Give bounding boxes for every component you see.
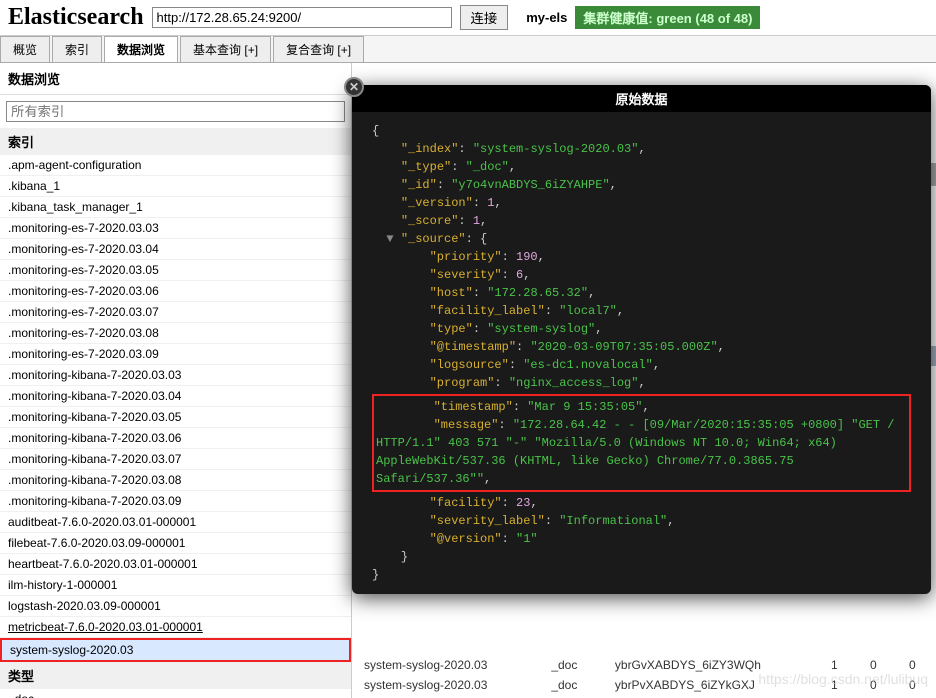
sidebar: 数据浏览 索引 .apm-agent-configuration.kibana_… bbox=[0, 63, 352, 698]
index-item[interactable]: system-syslog-2020.03 bbox=[0, 638, 351, 662]
index-item[interactable]: .apm-agent-configuration bbox=[0, 155, 351, 176]
index-item[interactable]: logstash-2020.03.09-000001 bbox=[0, 596, 351, 617]
index-item[interactable]: metricbeat-7.6.0-2020.03.01-000001 bbox=[0, 617, 351, 638]
index-item[interactable]: .kibana_1 bbox=[0, 176, 351, 197]
tab-3[interactable]: 基本查询 [+] bbox=[180, 36, 271, 62]
index-item[interactable]: .monitoring-es-7-2020.03.06 bbox=[0, 281, 351, 302]
index-item[interactable]: ilm-history-1-000001 bbox=[0, 575, 351, 596]
main-tabs: 概览索引数据浏览基本查询 [+]复合查询 [+] bbox=[0, 36, 936, 63]
index-filter-input[interactable] bbox=[6, 101, 345, 122]
index-item[interactable]: auditbeat-7.6.0-2020.03.01-000001 bbox=[0, 512, 351, 533]
index-item[interactable]: .monitoring-kibana-7-2020.03.04 bbox=[0, 386, 351, 407]
cluster-url-input[interactable] bbox=[152, 7, 452, 28]
tab-4[interactable]: 复合查询 [+] bbox=[273, 36, 364, 62]
app-header: Elasticsearch 连接 my-els 集群健康值: green (48… bbox=[0, 0, 936, 36]
modal-title: 原始数据 bbox=[615, 92, 667, 107]
index-item[interactable]: .monitoring-kibana-7-2020.03.06 bbox=[0, 428, 351, 449]
tab-1[interactable]: 索引 bbox=[52, 36, 102, 62]
index-item[interactable]: .monitoring-kibana-7-2020.03.05 bbox=[0, 407, 351, 428]
modal-body: { "_index": "system-syslog-2020.03", "_t… bbox=[352, 112, 931, 594]
health-badge: 集群健康值: green (48 of 48) bbox=[575, 6, 760, 29]
index-section-label: 索引 bbox=[0, 128, 351, 155]
close-icon[interactable]: ✕ bbox=[344, 77, 364, 97]
app-title: Elasticsearch bbox=[8, 4, 144, 31]
message-highlight-box: "timestamp": "Mar 9 15:35:05", "message"… bbox=[372, 394, 911, 492]
index-item[interactable]: .monitoring-es-7-2020.03.04 bbox=[0, 239, 351, 260]
watermark: https://blog.csdn.net/lulibuq bbox=[758, 671, 928, 687]
index-item[interactable]: .monitoring-es-7-2020.03.05 bbox=[0, 260, 351, 281]
index-item[interactable]: .monitoring-es-7-2020.03.07 bbox=[0, 302, 351, 323]
modal-header: ✕ 原始数据 bbox=[352, 85, 931, 112]
index-item[interactable]: .kibana_task_manager_1 bbox=[0, 197, 351, 218]
type-item[interactable]: _doc bbox=[0, 689, 351, 698]
tab-2[interactable]: 数据浏览 bbox=[104, 36, 178, 62]
cluster-name: my-els bbox=[526, 10, 567, 25]
index-item[interactable]: .monitoring-kibana-7-2020.03.07 bbox=[0, 449, 351, 470]
index-item[interactable]: heartbeat-7.6.0-2020.03.01-000001 bbox=[0, 554, 351, 575]
type-section-label: 类型 bbox=[0, 662, 351, 689]
index-item[interactable]: .monitoring-kibana-7-2020.03.03 bbox=[0, 365, 351, 386]
sidebar-title: 数据浏览 bbox=[0, 63, 351, 95]
connect-button[interactable]: 连接 bbox=[460, 5, 509, 30]
index-item[interactable]: .monitoring-es-7-2020.03.03 bbox=[0, 218, 351, 239]
index-item[interactable]: .monitoring-kibana-7-2020.03.08 bbox=[0, 470, 351, 491]
index-list: .apm-agent-configuration.kibana_1.kibana… bbox=[0, 155, 351, 662]
raw-data-modal: ✕ 原始数据 { "_index": "system-syslog-2020.0… bbox=[352, 85, 931, 594]
index-item[interactable]: .monitoring-kibana-7-2020.03.09 bbox=[0, 491, 351, 512]
tab-0[interactable]: 概览 bbox=[0, 36, 50, 62]
index-item[interactable]: .monitoring-es-7-2020.03.09 bbox=[0, 344, 351, 365]
index-item[interactable]: filebeat-7.6.0-2020.03.09-000001 bbox=[0, 533, 351, 554]
index-item[interactable]: .monitoring-es-7-2020.03.08 bbox=[0, 323, 351, 344]
